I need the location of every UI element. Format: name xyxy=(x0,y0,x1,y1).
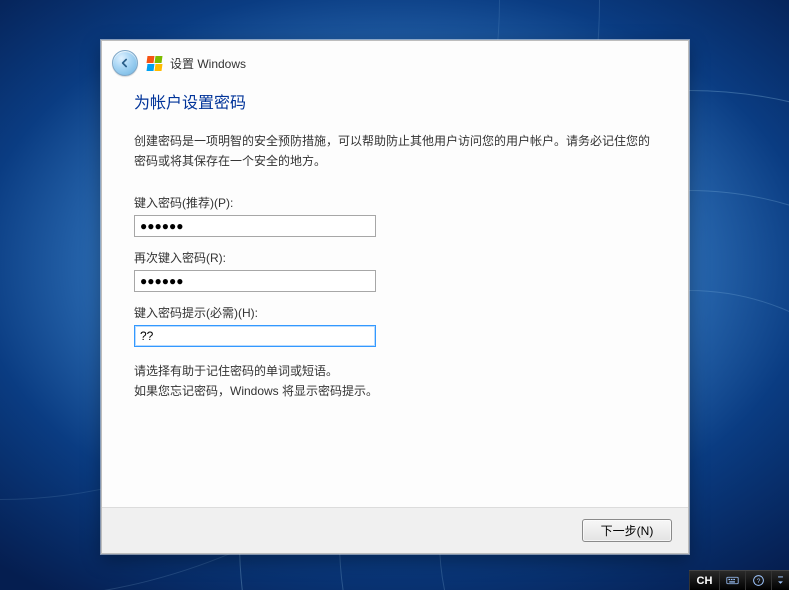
hint-label: 键入密码提示(必需)(H): xyxy=(134,304,656,321)
dialog-footer: 下一步(N) xyxy=(102,507,688,553)
language-indicator[interactable]: CH xyxy=(689,571,719,590)
ime-help-button[interactable]: ? xyxy=(745,571,771,590)
language-bar: CH ? xyxy=(689,570,789,590)
hint-help-line-1: 请选择有助于记住密码的单词或短语。 xyxy=(134,361,656,381)
back-arrow-icon xyxy=(118,56,132,70)
ime-keyboard-button[interactable] xyxy=(719,571,745,590)
back-button[interactable] xyxy=(112,50,138,76)
next-button[interactable]: 下一步(N) xyxy=(582,519,672,542)
password-hint-input[interactable] xyxy=(134,325,376,347)
options-chevron-icon xyxy=(774,574,787,587)
help-icon: ? xyxy=(752,574,765,587)
dialog-body: 为帐户设置密码 创建密码是一项明智的安全预防措施，可以帮助防止其他用户访问您的用… xyxy=(102,85,688,507)
confirm-password-input[interactable] xyxy=(134,270,376,292)
setup-dialog: 设置 Windows 为帐户设置密码 创建密码是一项明智的安全预防措施，可以帮助… xyxy=(101,40,689,554)
hint-help-text: 请选择有助于记住密码的单词或短语。 如果您忘记密码，Windows 将显示密码提… xyxy=(134,361,656,402)
dialog-title: 设置 Windows xyxy=(170,55,246,72)
dialog-header: 设置 Windows xyxy=(102,41,688,85)
page-description: 创建密码是一项明智的安全预防措施，可以帮助防止其他用户访问您的用户帐户。请务必记… xyxy=(134,131,656,172)
ime-options-button[interactable] xyxy=(771,571,789,590)
password-input[interactable] xyxy=(134,215,376,237)
confirm-password-label: 再次键入密码(R): xyxy=(134,249,656,266)
password-label: 键入密码(推荐)(P): xyxy=(134,194,656,211)
svg-text:?: ? xyxy=(757,578,761,585)
page-title: 为帐户设置密码 xyxy=(134,89,656,113)
hint-help-line-2: 如果您忘记密码，Windows 将显示密码提示。 xyxy=(134,381,656,401)
windows-logo-icon xyxy=(146,55,162,71)
keyboard-icon xyxy=(726,574,739,587)
